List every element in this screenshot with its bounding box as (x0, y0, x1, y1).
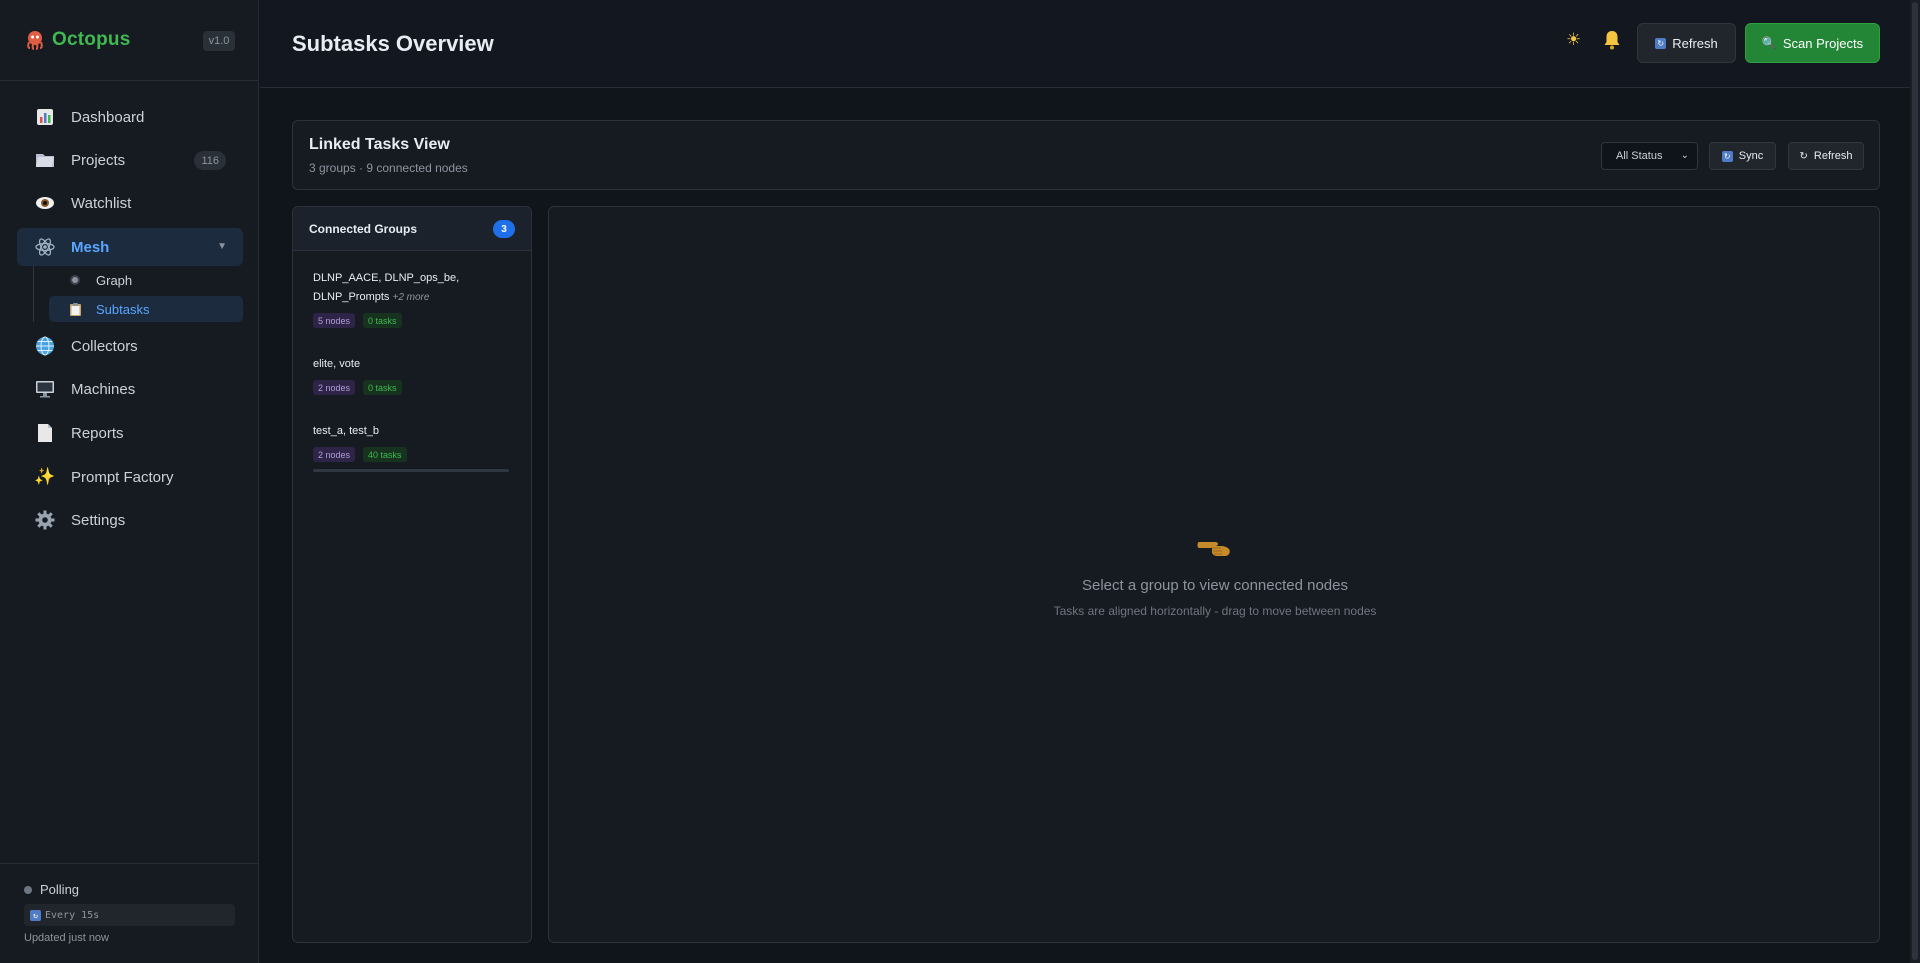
linked-tasks-subtitle: 3 groups · 9 connected nodes (309, 161, 468, 175)
sidebar-subitem-label: Subtasks (96, 301, 150, 317)
connected-groups-header: Connected Groups 3 (293, 207, 531, 251)
group-name-line: DLNP_AACE, DLNP_ops_be, (313, 272, 460, 284)
status-filter-value: All Status (1616, 150, 1663, 162)
scan-projects-button[interactable]: 🔍 Scan Projects (1745, 23, 1880, 63)
sidebar-item-projects[interactable]: Projects 116 (17, 141, 243, 179)
projects-count-badge: 116 (194, 151, 226, 170)
sidebar-item-dashboard[interactable]: Dashboard (17, 98, 243, 136)
nodes-count-tag: 5 nodes (313, 313, 356, 328)
magnifier-icon: 🔍 (1761, 36, 1777, 50)
group-name-line: DLNP_Prompts (313, 291, 390, 303)
document-icon (35, 423, 55, 443)
last-updated-text: Updated just now (24, 932, 109, 944)
sidebar-item-label: Mesh (71, 238, 110, 256)
sidebar-item-machines[interactable]: Machines (17, 370, 243, 408)
sidebar-item-label: Reports (71, 424, 124, 442)
sidebar-subitem-label: Graph (96, 272, 133, 288)
brand[interactable]: Octopus (24, 26, 130, 54)
page-title: Subtasks Overview (292, 31, 494, 56)
sidebar-item-label: Machines (71, 380, 136, 398)
group-item[interactable]: test_a, test_b 2 nodes 40 tasks (313, 422, 509, 462)
sidebar-item-settings[interactable]: Settings (17, 501, 243, 539)
linked-nodes-canvas[interactable]: Select a group to view connected nodes T… (548, 206, 1880, 943)
folder-icon (35, 150, 55, 170)
nodes-count-tag: 2 nodes (313, 447, 356, 462)
octopus-logo-icon (24, 29, 46, 51)
empty-state-title: Select a group to view connected nodes (1081, 577, 1348, 594)
sidebar-item-label: Watchlist (71, 194, 132, 212)
polling-label: Polling (40, 882, 80, 897)
group-name: test_a, test_b (313, 425, 380, 437)
sync-button[interactable]: ↻ Sync (1709, 142, 1776, 170)
connected-groups-panel: Connected Groups 3 DLNP_AACE, DLNP_ops_b… (292, 206, 532, 943)
status-dot (24, 885, 32, 894)
empty-state-subtitle: Tasks are aligned horizontally - drag to… (1053, 604, 1377, 618)
sync-label: Sync (1738, 150, 1764, 162)
scan-projects-label: Scan Projects (1782, 35, 1864, 51)
sidebar-item-reports[interactable]: Reports (17, 414, 243, 452)
polling-status: Polling (24, 882, 79, 897)
page-scrollbar-thumb[interactable] (1912, 2, 1918, 960)
sync-icon: ↻ (1721, 150, 1733, 162)
eye-icon (35, 193, 55, 213)
sidebar-item-mesh[interactable]: Mesh ▼ (17, 228, 243, 266)
panel-refresh-button[interactable]: ↻ Refresh (1788, 142, 1864, 170)
sun-icon[interactable]: ☀ (1566, 30, 1581, 50)
refresh-icon: ↻ (1655, 37, 1667, 49)
polling-interval-value: Every 15s (45, 909, 100, 921)
empty-state: Select a group to view connected nodes T… (549, 533, 1881, 618)
bar-chart-icon (35, 107, 55, 127)
chevron-down-icon[interactable]: ▼ (217, 241, 227, 252)
tasks-count-tag: 0 tasks (363, 313, 402, 328)
sidebar-item-prompt-factory[interactable]: ✨ Prompt Factory (17, 458, 243, 496)
panel-refresh-label: Refresh (1813, 150, 1853, 162)
linked-tasks-header-panel: Linked Tasks View 3 groups · 9 connected… (292, 120, 1880, 190)
status-filter-select[interactable]: All Status ⌄ (1601, 142, 1698, 170)
group-item[interactable]: DLNP_AACE, DLNP_ops_be, DLNP_Prompts +2 … (313, 269, 509, 328)
sidebar-item-label: Settings (71, 511, 126, 529)
pointing-hand-icon (549, 533, 1881, 567)
refresh-label: Refresh (1672, 35, 1718, 51)
sidebar-subitem-graph[interactable]: Graph (49, 267, 243, 293)
sidebar-item-label: Projects (71, 151, 126, 169)
gear-icon (35, 510, 55, 530)
sidebar-item-collectors[interactable]: Collectors (17, 327, 243, 365)
bell-icon[interactable] (1603, 30, 1621, 55)
radio-icon (68, 275, 82, 285)
polling-interval-select[interactable]: ↻ Every 15s (24, 904, 235, 926)
version-badge: v1.0 (203, 31, 235, 51)
refresh-icon: ↻ (30, 909, 41, 921)
globe-icon (35, 336, 55, 356)
nodes-count-tag: 2 nodes (313, 380, 356, 395)
sidebar-subitem-subtasks[interactable]: Subtasks (49, 296, 243, 322)
group-list-scroll-indicator (313, 469, 509, 472)
monitor-icon (35, 379, 55, 399)
clipboard-icon (68, 302, 82, 317)
sidebar: Octopus v1.0 Dashboard Projects 116 Watc… (0, 0, 259, 963)
app-name: Octopus (52, 29, 131, 50)
submenu-guide-line (33, 266, 34, 322)
top-header: Subtasks Overview ☀ ↻ Refresh 🔍 Scan Pro… (260, 0, 1910, 88)
sparkles-icon: ✨ (34, 467, 56, 486)
group-more-text: +2 more (392, 292, 430, 303)
tasks-count-tag: 0 tasks (363, 380, 402, 395)
group-name: DLNP_AACE, DLNP_ops_be, DLNP_Prompts +2 … (313, 269, 509, 307)
connected-groups-title: Connected Groups (309, 221, 418, 236)
refresh-arrow-icon: ↻ (1799, 150, 1808, 162)
groups-count-badge: 3 (493, 220, 515, 238)
group-item[interactable]: elite, vote 2 nodes 0 tasks (313, 355, 509, 395)
sidebar-item-label: Collectors (71, 337, 138, 355)
sidebar-item-watchlist[interactable]: Watchlist (17, 184, 243, 222)
sidebar-footer-divider (0, 863, 259, 864)
refresh-button[interactable]: ↻ Refresh (1637, 23, 1736, 63)
chevron-down-icon: ⌄ (1680, 150, 1689, 161)
tasks-count-tag: 40 tasks (363, 447, 407, 462)
sidebar-item-label: Prompt Factory (71, 468, 174, 486)
group-name: elite, vote (313, 358, 361, 370)
linked-tasks-title: Linked Tasks View (309, 136, 450, 153)
atom-icon (35, 237, 55, 257)
sidebar-divider (0, 80, 259, 81)
sidebar-item-label: Dashboard (71, 108, 145, 126)
